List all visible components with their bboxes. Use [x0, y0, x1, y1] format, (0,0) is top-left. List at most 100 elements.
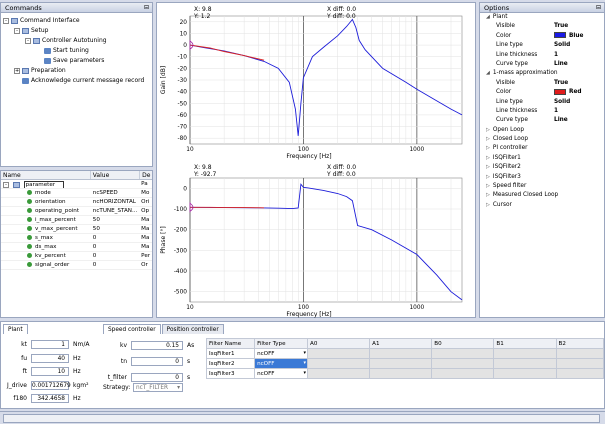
row-value[interactable]: ncSPEED	[91, 189, 140, 197]
row-value[interactable]: 0	[91, 261, 140, 269]
expand-arrow-icon[interactable]: ▷	[486, 145, 490, 151]
filter-col-header[interactable]: Filter Name	[205, 338, 256, 349]
filter-row[interactable]: IsqFilter1 ncOFF ▾	[205, 348, 605, 359]
strategy-select[interactable]: ncT_FILTER ▾	[133, 383, 183, 392]
option-property[interactable]: Line type Solid	[480, 98, 604, 107]
option-property[interactable]: Visible True	[480, 79, 604, 88]
row-value[interactable]: ncTUNE_STAN...	[91, 207, 140, 215]
grid-row[interactable]: orientation ncHORIZONTAL Ori	[1, 198, 152, 207]
collapse-toggle[interactable]: -	[25, 37, 31, 44]
field-input[interactable]: 40	[31, 353, 69, 363]
collapse-toggle[interactable]: -	[3, 181, 9, 188]
option-value[interactable]: Line	[554, 116, 568, 125]
option-value[interactable]: Solid	[554, 98, 570, 107]
expand-arrow-icon[interactable]: ◢	[486, 70, 490, 76]
option-group[interactable]: ▷ Closed Loop	[480, 135, 604, 144]
row-value[interactable]: 50	[91, 216, 140, 224]
expand-arrow-icon[interactable]: ▷	[486, 136, 490, 142]
expand-arrow-icon[interactable]: ◢	[486, 14, 490, 20]
row-value[interactable]: ncHORIZONTAL	[91, 198, 140, 206]
option-property[interactable]: Line thickness 1	[480, 51, 604, 60]
filter-type-select[interactable]: ncOFF ▾	[254, 348, 309, 359]
grid-row[interactable]: s_max 0 Ma	[1, 234, 152, 243]
option-group[interactable]: ▷ Cursor	[480, 201, 604, 210]
collapse-toggle[interactable]: -	[14, 27, 20, 34]
bode-plot-svg[interactable]: 20100-10-20-30-40-50-60-70-80 10 100 1000 …	[157, 3, 477, 319]
option-group[interactable]: ◢ 1-mass approximation	[480, 69, 604, 78]
col-name-header[interactable]: Name	[1, 171, 91, 179]
grid-row[interactable]: kv_percent 0 Per	[1, 252, 152, 261]
option-property[interactable]: Curve type Line	[480, 60, 604, 69]
filter-row[interactable]: IsqFilter3 ncOFF ▾	[205, 368, 605, 379]
filter-col-header[interactable]: A0	[307, 338, 371, 349]
option-property[interactable]: Curve type Line	[480, 116, 604, 125]
option-property[interactable]: Color Blue	[480, 32, 604, 41]
option-property[interactable]: Line type Solid	[480, 41, 604, 50]
field-input[interactable]: 0.001712679	[31, 380, 71, 390]
tree-node[interactable]: - Command Interface	[3, 16, 150, 26]
filter-row[interactable]: IsqFilter2 ncOFF ▾	[205, 358, 605, 369]
grid-row[interactable]: i_max_percent 50 Ma	[1, 216, 152, 225]
expand-arrow-icon[interactable]: ▷	[486, 155, 490, 161]
expand-arrow-icon[interactable]: ▷	[486, 183, 490, 189]
field-input[interactable]: 10	[31, 367, 69, 376]
root-value[interactable]: ncSPEED	[91, 180, 140, 188]
expand-arrow-icon[interactable]: ▷	[486, 202, 490, 208]
expand-toggle[interactable]: +	[14, 67, 20, 74]
option-group[interactable]: ▷ Measured Closed Loop	[480, 191, 604, 200]
col-desc-header[interactable]: De	[140, 171, 152, 179]
grid-row[interactable]: operating_point ncTUNE_STAN... Op	[1, 207, 152, 216]
tree-node[interactable]: Save parameters	[3, 56, 150, 66]
option-group[interactable]: ▷ PI controller	[480, 144, 604, 153]
grid-row[interactable]: mode ncSPEED Mo	[1, 189, 152, 198]
option-value[interactable]: True	[554, 22, 568, 31]
tree-node[interactable]: - Setup	[3, 26, 150, 36]
option-group[interactable]: ▷ ISQFilter2	[480, 163, 604, 172]
option-value[interactable]: Red	[554, 88, 582, 97]
grid-row[interactable]: v_max_percent 50 Ma	[1, 225, 152, 234]
field-input[interactable]: 342.4658	[31, 394, 69, 403]
option-property[interactable]: Visible True	[480, 22, 604, 31]
collapse-toggle[interactable]: -	[3, 17, 9, 24]
expand-arrow-icon[interactable]: ▷	[486, 192, 490, 198]
filter-type-select[interactable]: ncOFF ▾	[254, 358, 309, 369]
pin-icon[interactable]: ⊟	[596, 3, 601, 13]
option-value[interactable]: Solid	[554, 41, 570, 50]
expand-arrow-icon[interactable]: ▷	[486, 174, 490, 180]
tab-position-controller[interactable]: Position controller	[161, 324, 224, 334]
field-input[interactable]: 0	[131, 357, 183, 366]
row-value[interactable]: 0	[91, 234, 140, 242]
option-value[interactable]: Blue	[554, 32, 583, 41]
option-property[interactable]: Color Red	[480, 88, 604, 97]
pin-icon[interactable]: ⊟	[144, 3, 149, 13]
field-input[interactable]: 1	[31, 340, 69, 349]
filter-col-header[interactable]: Filter Type	[254, 338, 309, 349]
tree-node[interactable]: - Controller Autotuning	[3, 36, 150, 46]
option-group[interactable]: ▷ ISQFilter3	[480, 173, 604, 182]
filter-type-select[interactable]: ncOFF ▾	[254, 368, 309, 379]
option-group[interactable]: ▷ Open Loop	[480, 126, 604, 135]
tree-node[interactable]: Acknowledge current message record	[3, 76, 150, 86]
tree-node[interactable]: + Preparation	[3, 66, 150, 76]
grid-row[interactable]: ds_max 0 Ma	[1, 243, 152, 252]
row-value[interactable]: 50	[91, 225, 140, 233]
row-value[interactable]: 0	[91, 243, 140, 251]
grid-row[interactable]: signal_order 0 Or	[1, 261, 152, 270]
tab-plant[interactable]: Plant	[3, 324, 28, 334]
option-value[interactable]: 1	[554, 107, 558, 116]
filter-col-header[interactable]: B2	[555, 338, 605, 349]
col-value-header[interactable]: Value	[91, 171, 141, 179]
tab-speed-controller[interactable]: Speed controller	[103, 324, 161, 334]
option-value[interactable]: True	[554, 79, 568, 88]
option-group[interactable]: ▷ ISQFilter1	[480, 154, 604, 163]
option-value[interactable]: Line	[554, 60, 568, 69]
grid-root-row[interactable]: - parameter ncSPEED Pa	[1, 180, 152, 189]
field-input[interactable]: 0	[131, 373, 183, 382]
expand-arrow-icon[interactable]: ▷	[486, 164, 490, 170]
tree-node[interactable]: Start tuning	[3, 46, 150, 56]
expand-arrow-icon[interactable]: ▷	[486, 127, 490, 133]
field-input[interactable]: 0.15	[131, 341, 183, 350]
filter-col-header[interactable]: B1	[493, 338, 557, 349]
option-property[interactable]: Line thickness 1	[480, 107, 604, 116]
option-group[interactable]: ▷ Speed filter	[480, 182, 604, 191]
